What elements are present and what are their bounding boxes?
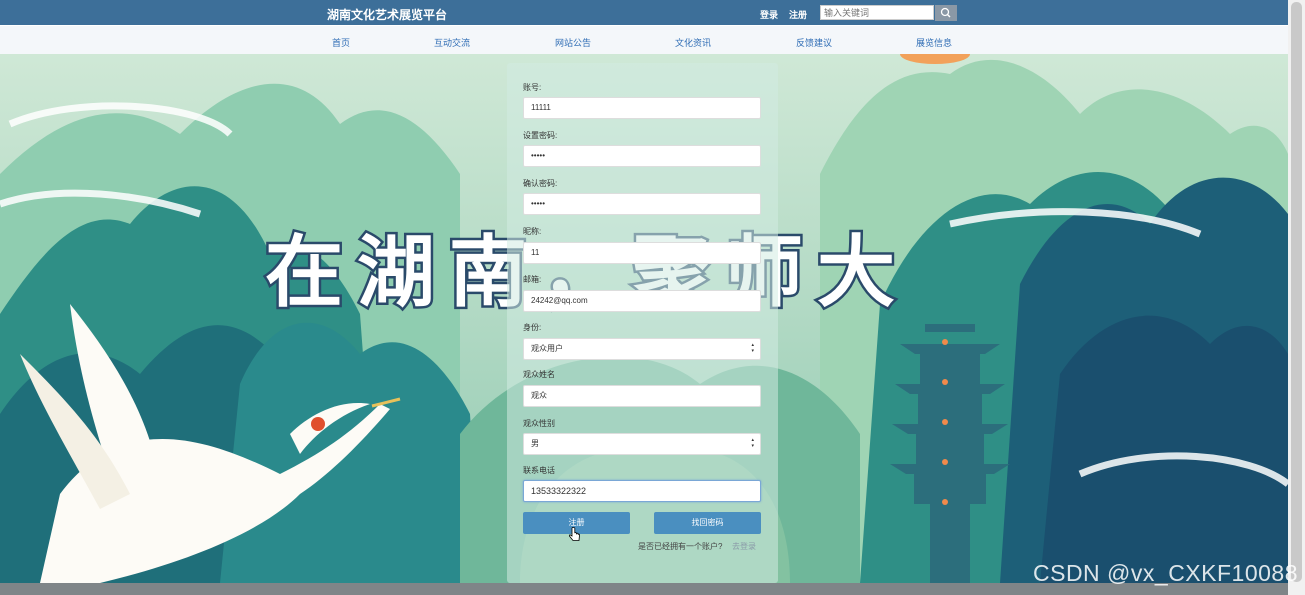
confirm-password-label: 确认密码: (523, 179, 558, 188)
identity-select-value: 观众用户 (531, 344, 563, 353)
hand-cursor-icon (569, 527, 580, 541)
top-bar: 湖南文化艺术展览平台 登录 注册 (0, 0, 1305, 25)
nav-item-exhibitions[interactable]: 展览信息 (916, 36, 952, 49)
nickname-input[interactable]: 11 (523, 242, 761, 264)
page-scrollbar[interactable] (1288, 0, 1305, 595)
nickname-label: 昵称: (523, 227, 542, 236)
register-form (507, 63, 778, 583)
site-title[interactable]: 湖南文化艺术展览平台 (327, 6, 447, 23)
find-password-button[interactable]: 找回密码 (654, 512, 761, 534)
nav-item-feedback[interactable]: 反馈建议 (796, 36, 832, 49)
go-login-link[interactable]: 去登录 (732, 541, 756, 552)
account-input[interactable]: 11111 (523, 97, 761, 119)
main-nav: 首页 互动交流 网站公告 文化资讯 反馈建议 展览信息 (0, 26, 1288, 55)
visitor-gender-select-value: 男 (531, 439, 539, 448)
password-input[interactable]: ••••• (523, 145, 761, 167)
nav-item-interaction[interactable]: 互动交流 (434, 36, 470, 49)
account-label: 账号: (523, 83, 542, 92)
email-label: 邮箱: (523, 275, 542, 284)
search-icon (940, 7, 951, 18)
search-input[interactable] (820, 5, 934, 20)
nav-item-home[interactable]: 首页 (332, 36, 350, 49)
scrollbar-thumb[interactable] (1291, 2, 1302, 582)
nav-item-announcement[interactable]: 网站公告 (555, 36, 591, 49)
identity-select[interactable]: 观众用户 (523, 338, 761, 360)
search-button[interactable] (935, 5, 957, 21)
email-input[interactable]: 24242@qq.com (523, 290, 761, 312)
phone-input[interactable]: 13533322322 (523, 480, 761, 502)
visitor-gender-select[interactable]: 男 (523, 433, 761, 455)
visitor-name-input[interactable]: 观众 (523, 385, 761, 407)
identity-label: 身份: (523, 323, 542, 332)
login-hint: 是否已经拥有一个账户? (638, 542, 723, 551)
phone-label: 联系电话 (523, 466, 555, 475)
password-label: 设置密码: (523, 131, 558, 140)
nav-item-culture-news[interactable]: 文化资讯 (675, 36, 711, 49)
login-link[interactable]: 登录 (760, 8, 778, 21)
register-link[interactable]: 注册 (789, 8, 807, 21)
visitor-gender-label: 观众性别 (523, 419, 555, 428)
confirm-password-input[interactable]: ••••• (523, 193, 761, 215)
visitor-name-label: 观众姓名 (523, 370, 555, 379)
watermark: CSDN @vx_CXKF10088 (1033, 560, 1298, 586)
